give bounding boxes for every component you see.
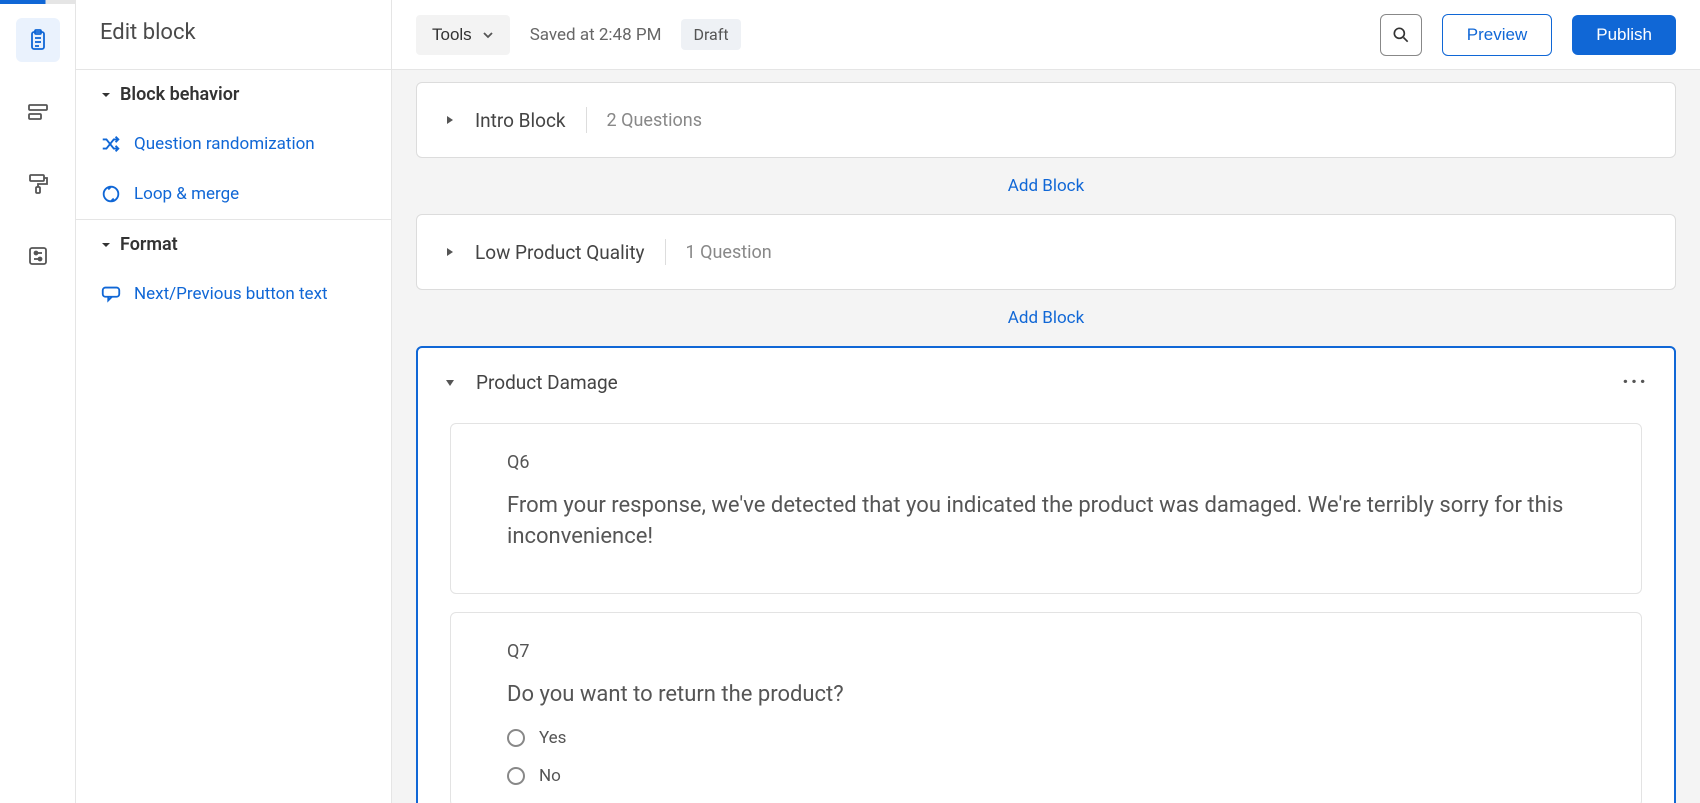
topbar: Tools Saved at 2:48 PM Draft Preview Pub… — [392, 0, 1700, 70]
block-title: Low Product Quality — [475, 241, 645, 264]
sidebar-item-label: Next/Previous button text — [134, 284, 328, 304]
rail-options-icon[interactable] — [16, 234, 60, 278]
sliders-icon — [26, 244, 50, 268]
sidebar-item-label: Loop & merge — [134, 184, 239, 204]
caret-right-icon[interactable] — [445, 114, 455, 126]
sidebar-item-label: Question randomization — [134, 134, 315, 154]
search-icon — [1391, 25, 1411, 45]
add-block-link[interactable]: Add Block — [416, 158, 1676, 214]
sidebar-item-button-text[interactable]: Next/Previous button text — [76, 269, 391, 319]
section-block-behavior[interactable]: Block behavior — [76, 69, 391, 119]
sidebar-item-question-randomization[interactable]: Question randomization — [76, 119, 391, 169]
loop-icon — [100, 183, 122, 205]
option-row[interactable]: Yes — [507, 728, 1585, 748]
sidebar-item-loop-merge[interactable]: Loop & merge — [76, 169, 391, 219]
block-header: Low Product Quality 1 Question — [417, 215, 1675, 289]
draft-badge: Draft — [681, 19, 740, 50]
option-label: Yes — [539, 728, 566, 748]
clipboard-icon — [26, 28, 50, 52]
flow-icon — [26, 100, 50, 124]
caret-down-icon[interactable] — [444, 378, 456, 388]
preview-button[interactable]: Preview — [1442, 14, 1552, 56]
tools-label: Tools — [432, 25, 472, 45]
radio-icon[interactable] — [507, 767, 525, 785]
paint-roller-icon — [26, 172, 50, 196]
question-card-q6[interactable]: Q6 From your response, we've detected th… — [450, 423, 1642, 594]
option-label: No — [539, 766, 561, 786]
question-id: Q7 — [507, 641, 1585, 662]
block-meta: 1 Question — [686, 242, 772, 263]
sidebar: Edit block Block behavior Question rando… — [76, 0, 392, 803]
block-low-quality[interactable]: Low Product Quality 1 Question — [416, 214, 1676, 290]
shuffle-icon — [100, 133, 122, 155]
rail-flow-icon[interactable] — [16, 90, 60, 134]
section-label: Block behavior — [120, 84, 239, 105]
option-row[interactable]: No — [507, 766, 1585, 786]
question-text: Do you want to return the product? — [507, 680, 1585, 711]
rail-builder-icon[interactable] — [16, 18, 60, 62]
section-label: Format — [120, 234, 178, 255]
block-meta: 2 Questions — [607, 110, 702, 131]
chevron-down-icon — [482, 29, 494, 41]
block-header: Product Damage ··· — [418, 348, 1674, 405]
block-menu-button[interactable]: ··· — [1622, 370, 1648, 395]
divider — [586, 107, 587, 133]
block-intro[interactable]: Intro Block 2 Questions — [416, 82, 1676, 158]
block-title: Product Damage — [476, 371, 618, 394]
publish-button[interactable]: Publish — [1572, 15, 1676, 55]
caret-down-icon — [100, 239, 112, 251]
tools-dropdown[interactable]: Tools — [416, 15, 510, 55]
divider — [665, 239, 666, 265]
sidebar-title: Edit block — [76, 20, 391, 69]
saved-status: Saved at 2:48 PM — [530, 25, 662, 45]
block-product-damage[interactable]: Product Damage ··· Q6 From your response… — [416, 346, 1676, 803]
caret-down-icon — [100, 89, 112, 101]
main: Tools Saved at 2:48 PM Draft Preview Pub… — [392, 0, 1700, 803]
question-text: From your response, we've detected that … — [507, 491, 1585, 553]
icon-rail — [0, 0, 76, 803]
section-format[interactable]: Format — [76, 219, 391, 269]
search-button[interactable] — [1380, 14, 1422, 56]
question-card-q7[interactable]: Q7 Do you want to return the product? Ye… — [450, 612, 1642, 803]
add-block-link[interactable]: Add Block — [416, 290, 1676, 346]
block-title: Intro Block — [475, 109, 566, 132]
canvas: Intro Block 2 Questions Add Block Low Pr… — [392, 70, 1700, 803]
button-text-icon — [100, 283, 122, 305]
radio-icon[interactable] — [507, 729, 525, 747]
block-header: Intro Block 2 Questions — [417, 83, 1675, 157]
question-id: Q6 — [507, 452, 1585, 473]
rail-look-icon[interactable] — [16, 162, 60, 206]
caret-right-icon[interactable] — [445, 246, 455, 258]
